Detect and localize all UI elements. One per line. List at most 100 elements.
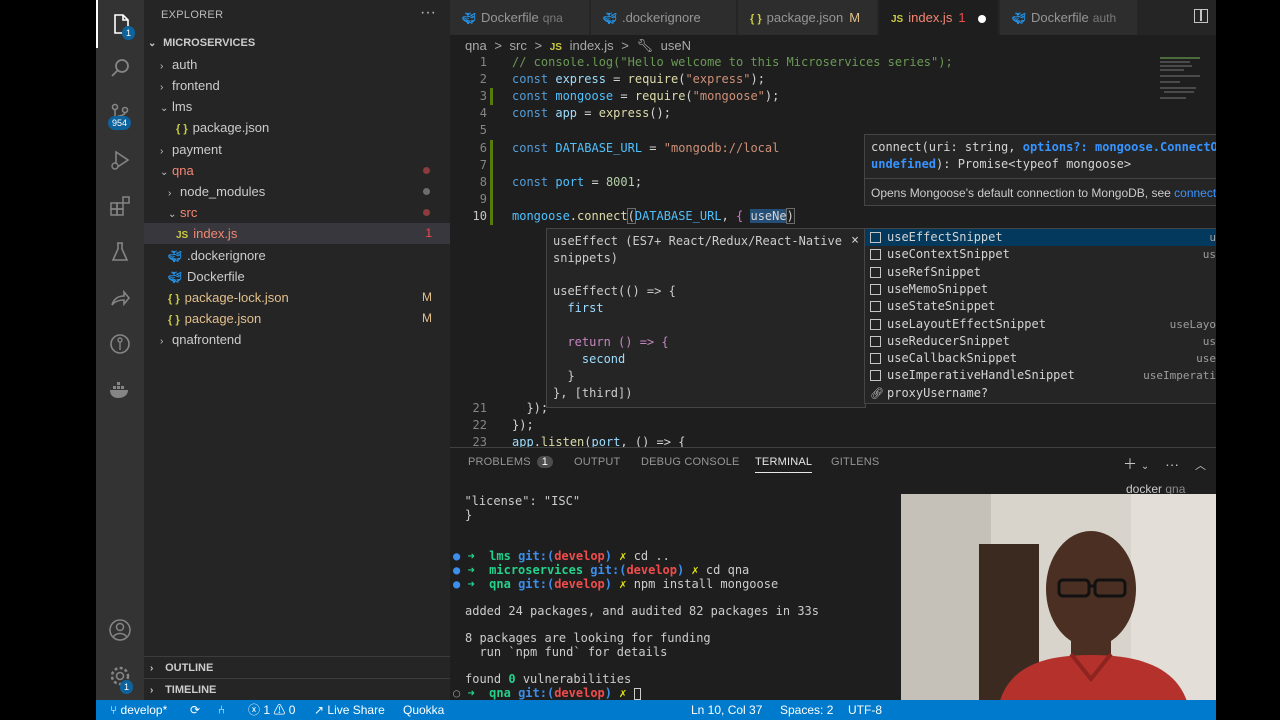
connections-docs-link[interactable]: connections docs bbox=[1174, 186, 1216, 200]
quokka-status[interactable]: Quokka bbox=[403, 700, 444, 720]
tree-item-payment[interactable]: › payment bbox=[144, 139, 450, 160]
line-number: 2 bbox=[479, 72, 487, 86]
outline-label: OUTLINE bbox=[165, 662, 214, 674]
suggestion-list: useEffectSnippet useEffect useContextSnipp… bbox=[864, 228, 1216, 404]
search-button[interactable] bbox=[96, 44, 144, 92]
tree-item-label: package.json bbox=[192, 120, 270, 135]
tab-problems[interactable]: PROBLEMS 1 bbox=[468, 456, 554, 468]
more-actions-icon[interactable]: ··· bbox=[1165, 456, 1179, 472]
docker-file-icon: 🐳︎ bbox=[168, 251, 182, 263]
git-graph-icon[interactable]: ⑃ bbox=[218, 700, 225, 720]
live-share-status[interactable]: ↗ Live Share bbox=[314, 700, 385, 720]
breadcrumb-index-js[interactable]: index.js bbox=[570, 38, 614, 53]
line-number: 4 bbox=[479, 106, 487, 120]
suggestion-item[interactable]: useStateSnippetuseState bbox=[865, 298, 1216, 315]
accounts-button[interactable] bbox=[96, 606, 144, 654]
tree-item-node-modules[interactable]: › node_modules bbox=[144, 181, 450, 202]
minimap[interactable] bbox=[1150, 57, 1210, 117]
tab-dockerfile-qna[interactable]: 🐳︎ Dockerfile qna bbox=[450, 0, 590, 35]
code-line-1: // console.log("Hello welcome to this Mi… bbox=[512, 57, 953, 69]
tree-item-auth[interactable]: › auth bbox=[144, 54, 450, 75]
unsaved-dot-icon[interactable] bbox=[977, 14, 986, 23]
tree-item-label: Dockerfile bbox=[186, 269, 245, 284]
branch-indicator[interactable]: ⑂ develop* bbox=[110, 700, 167, 720]
live-share-icon bbox=[111, 289, 131, 307]
suggestion-item[interactable]: useRefSnippetuseRef bbox=[865, 264, 1216, 281]
tree-item-package-json[interactable]: { } package.json bbox=[144, 117, 450, 138]
gitlens-button[interactable] bbox=[96, 320, 144, 368]
manage-button[interactable]: 1 bbox=[96, 652, 144, 700]
file-status-badge: M bbox=[422, 290, 432, 304]
indentation[interactable]: Spaces: 2 bbox=[780, 700, 833, 720]
chevron-down-icon[interactable]: ⌄ bbox=[1141, 461, 1149, 472]
new-terminal-icon[interactable]: ＋ bbox=[1123, 456, 1137, 472]
tree-item--dockerignore[interactable]: 🐳︎ .dockerignore bbox=[144, 245, 450, 266]
code-line-21: }); bbox=[512, 401, 549, 415]
breadcrumb-symbol[interactable]: useN bbox=[661, 38, 691, 53]
tab-gitlens[interactable]: GITLENS bbox=[831, 456, 879, 468]
outline-section[interactable]: › OUTLINE bbox=[144, 656, 450, 678]
modified-flag: M bbox=[849, 10, 861, 25]
suggestion-item[interactable]: 🔗︎ proxyUsername? bbox=[865, 385, 1216, 402]
tree-item-index-js[interactable]: JS index.js 1 bbox=[144, 223, 450, 244]
docker-button[interactable] bbox=[96, 366, 144, 414]
problems-indicator[interactable]: ⓧ 1 ⚠ 0 bbox=[248, 700, 295, 720]
suggestion-item[interactable]: useReducerSnippet useReducer bbox=[865, 333, 1216, 350]
tree-item-package-json[interactable]: { } package.json M bbox=[144, 308, 450, 329]
encoding[interactable]: UTF-8 bbox=[848, 700, 882, 720]
breadcrumb-src[interactable]: src bbox=[510, 38, 527, 53]
suggestion-item[interactable]: useLayoutEffectSnippet useLayoutEffect bbox=[865, 316, 1216, 333]
git-added-marker bbox=[490, 88, 493, 105]
tab-output[interactable]: OUTPUT bbox=[574, 456, 620, 468]
breadcrumb-qna[interactable]: qna bbox=[465, 38, 487, 53]
snippet-icon bbox=[870, 318, 881, 330]
tree-item-label: index.js bbox=[193, 226, 238, 241]
close-panel-icon[interactable]: ︿ bbox=[1195, 460, 1206, 472]
parameter-hints-widget: connect(uri: string, options?: mongoose.… bbox=[864, 134, 1216, 206]
property-icon: 🔗︎ bbox=[870, 386, 884, 400]
tab-terminal[interactable]: TERMINAL bbox=[755, 456, 813, 473]
tab-index-js[interactable]: JS index.js 1 bbox=[879, 0, 999, 35]
tree-item-src[interactable]: ⌄ src bbox=[144, 202, 450, 223]
tab-description: qna bbox=[542, 11, 563, 25]
cursor-position[interactable]: Ln 10, Col 37 bbox=[691, 700, 762, 720]
suggestion-detail: useCallback bbox=[1196, 352, 1216, 366]
run-debug-button[interactable] bbox=[96, 136, 144, 184]
tree-item-frontend[interactable]: › frontend bbox=[144, 75, 450, 96]
line-number: 21 bbox=[472, 401, 487, 415]
tree-item-lms[interactable]: ⌄ lms bbox=[144, 96, 450, 117]
tab-package-json[interactable]: { } package.json M bbox=[738, 0, 878, 35]
timeline-section[interactable]: › TIMELINE bbox=[144, 678, 450, 700]
suggestion-item[interactable]: useCallbackSnippet useCallback bbox=[865, 350, 1216, 367]
tree-item-label: auth bbox=[172, 57, 198, 72]
testing-button[interactable] bbox=[96, 228, 144, 276]
explorer-button[interactable]: 1 bbox=[96, 0, 144, 48]
suggestion-item[interactable]: useContextSnippet useContext bbox=[865, 246, 1216, 263]
suggestion-item[interactable]: useMemoSnippetuseMemo bbox=[865, 281, 1216, 298]
suggestion-item[interactable]: useEffectSnippet useEffect bbox=[865, 229, 1216, 246]
tree-item-package-lock-json[interactable]: { } package-lock.json M bbox=[144, 287, 450, 308]
suggestion-label: useRefSnippet bbox=[887, 264, 981, 279]
json-file-icon: { } bbox=[168, 314, 180, 326]
extensions-button[interactable] bbox=[96, 182, 144, 230]
extensions-icon bbox=[110, 196, 130, 216]
timeline-label: TIMELINE bbox=[165, 684, 217, 696]
tree-item-qna[interactable]: ⌄ qna bbox=[144, 160, 450, 181]
tree-item-qnafrontend[interactable]: › qnafrontend bbox=[144, 329, 450, 350]
suggestion-item[interactable]: useImperativeHandleSnippet useImperativeH… bbox=[865, 367, 1216, 384]
tab-debug-console[interactable]: DEBUG CONSOLE bbox=[641, 456, 740, 468]
sync-icon[interactable]: ⟳ bbox=[190, 700, 200, 720]
live-share-button[interactable] bbox=[96, 274, 144, 322]
close-icon[interactable]: × bbox=[851, 233, 859, 248]
tab-dockerignore[interactable]: 🐳︎ .dockerignore bbox=[591, 0, 737, 35]
details-code-line: first bbox=[553, 301, 604, 315]
workspace-root[interactable]: ⌄ MICROSERVICES bbox=[144, 33, 450, 54]
source-control-badge: 954 bbox=[108, 116, 132, 130]
source-control-button[interactable]: 954 bbox=[96, 90, 144, 138]
breadcrumb-separator: > bbox=[494, 38, 502, 53]
wrench-icon: 🔧︎ bbox=[636, 38, 654, 53]
tree-item-dockerfile[interactable]: 🐳︎ Dockerfile bbox=[144, 266, 450, 287]
explorer-more-actions[interactable]: ··· bbox=[420, 4, 436, 22]
tab-dockerfile-auth[interactable]: 🐳︎ Dockerfile auth bbox=[1000, 0, 1138, 35]
split-editor-icon[interactable] bbox=[1194, 9, 1208, 23]
